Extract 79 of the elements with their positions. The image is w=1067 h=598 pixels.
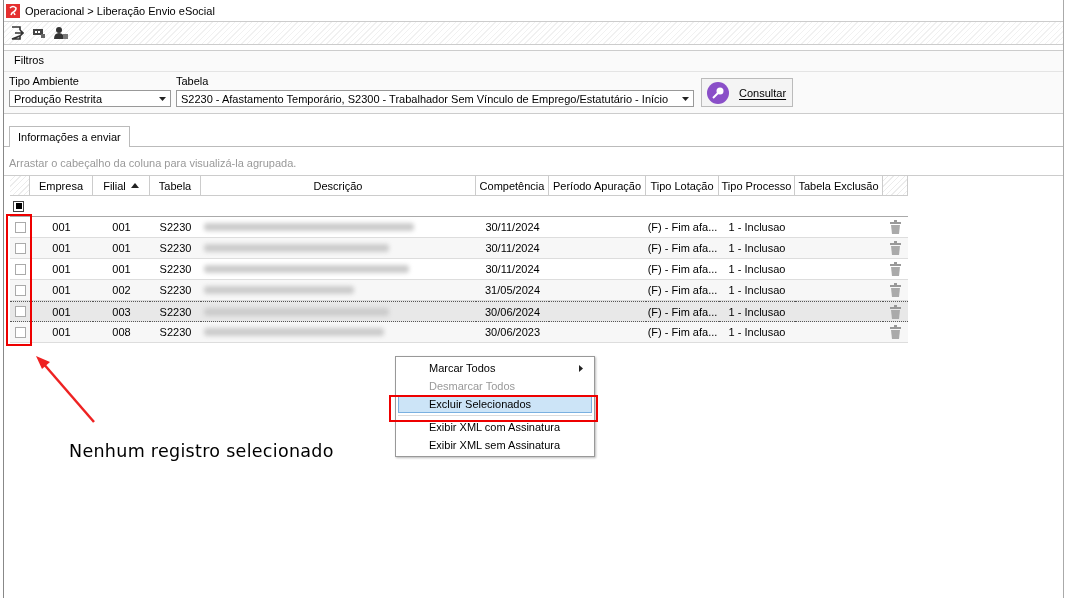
table-cell: 30/11/2024 bbox=[485, 242, 540, 254]
row-checkbox[interactable] bbox=[14, 326, 26, 338]
dropdown-caret-icon bbox=[159, 96, 166, 101]
table-cell: S2230 bbox=[159, 221, 192, 233]
sort-ascending-icon bbox=[130, 183, 139, 188]
table-cell: S2230 bbox=[159, 305, 192, 318]
table-cell: 001 bbox=[112, 242, 131, 254]
tab[interactable]: Informações a enviar bbox=[9, 126, 130, 147]
annotation-text: Nenhum registro selecionado bbox=[69, 441, 334, 461]
table-cell: 008 bbox=[112, 326, 131, 338]
trash-icon[interactable] bbox=[890, 262, 901, 276]
table-cell: (F) - Fim afa... bbox=[647, 326, 718, 338]
table-cell: 003 bbox=[112, 305, 131, 318]
table-cell: 30/06/2024 bbox=[484, 305, 541, 318]
dropdown-caret-icon bbox=[682, 96, 689, 101]
table-cell: 31/05/2024 bbox=[484, 284, 541, 296]
table-cell: S2230 bbox=[159, 242, 192, 254]
table-cell: 30/06/2023 bbox=[484, 326, 541, 338]
table-cell: 30/11/2024 bbox=[485, 263, 540, 275]
field-label: Tabela bbox=[176, 75, 210, 87]
table-cell: (F) - Fim afa... bbox=[647, 305, 718, 318]
table-cell: 001 bbox=[112, 263, 131, 275]
group-hint: Arrastar o cabeçalho da coluna para visualizá-la agrupada. bbox=[9, 157, 297, 169]
table-cell: 001 bbox=[112, 221, 131, 233]
table-cell: 001 bbox=[52, 284, 71, 296]
select-all-checkbox[interactable] bbox=[13, 200, 24, 212]
consultar-button[interactable]: Consultar bbox=[701, 78, 793, 107]
table-cell: 1 - Inclusao bbox=[728, 221, 786, 233]
field-label: Tipo Ambiente bbox=[9, 75, 80, 87]
trash-icon[interactable] bbox=[890, 325, 901, 339]
menu-item[interactable]: Marcar Todos bbox=[398, 359, 592, 377]
column-header[interactable]: Descrição bbox=[201, 176, 476, 196]
table-cell: (F) - Fim afa... bbox=[647, 263, 718, 275]
app-logo-icon bbox=[6, 3, 20, 18]
row-checkbox[interactable] bbox=[14, 284, 26, 296]
table-cell: 30/11/2024 bbox=[485, 221, 540, 233]
table-cell: (F) - Fim afa... bbox=[647, 242, 718, 254]
key-icon bbox=[707, 81, 729, 104]
table-cell: 001 bbox=[52, 305, 71, 318]
column-header[interactable]: Competência bbox=[476, 176, 549, 196]
trash-icon[interactable] bbox=[890, 241, 901, 255]
column-header[interactable]: Tipo Processo bbox=[719, 176, 795, 196]
table-cell: (F) - Fim afa... bbox=[647, 284, 718, 296]
user-icon[interactable] bbox=[54, 26, 68, 40]
table-cell: 001 bbox=[52, 242, 71, 254]
table-cell: S2230 bbox=[159, 263, 192, 275]
row-checkbox[interactable] bbox=[14, 242, 26, 254]
table-cell: 1 - Inclusao bbox=[728, 305, 786, 318]
table-cell: 1 - Inclusao bbox=[728, 242, 786, 254]
column-header[interactable]: Empresa bbox=[30, 176, 93, 196]
filters-title: Filtros bbox=[14, 54, 44, 66]
trash-icon[interactable] bbox=[890, 283, 901, 297]
table-cell: 1 - Inclusao bbox=[728, 326, 786, 338]
table-cell: 1 - Inclusao bbox=[728, 263, 786, 275]
row-checkbox[interactable] bbox=[14, 263, 26, 275]
table-cell: 001 bbox=[52, 221, 71, 233]
row-checkbox[interactable] bbox=[14, 306, 26, 317]
column-header[interactable]: Período Apuração bbox=[549, 176, 646, 196]
table-cell: 002 bbox=[112, 284, 131, 296]
card-icon[interactable] bbox=[32, 26, 46, 40]
table-cell: 1 - Inclusao bbox=[728, 284, 786, 296]
table-cell: (F) - Fim afa... bbox=[647, 221, 718, 233]
window-title: Operacional > Liberação Envio eSocial bbox=[25, 4, 215, 17]
table-cell: 001 bbox=[52, 263, 71, 275]
column-header[interactable]: Filial bbox=[93, 176, 150, 196]
trash-icon[interactable] bbox=[890, 220, 901, 234]
column-header[interactable]: Tabela Exclusão bbox=[795, 176, 883, 196]
table-dropdown[interactable]: S2230 - Afastamento Temporário, S2300 - Trabalhador Sem Vínculo de Emprego/Estatutário - Início bbox=[176, 90, 694, 107]
environment-dropdown[interactable]: Produção Restrita bbox=[9, 90, 171, 107]
exit-icon[interactable] bbox=[10, 26, 24, 40]
table-cell: S2230 bbox=[159, 284, 192, 296]
table-cell: 001 bbox=[52, 326, 71, 338]
table-cell: S2230 bbox=[159, 326, 192, 338]
menu-item[interactable]: Exibir XML sem Assinatura bbox=[398, 436, 592, 454]
trash-icon[interactable] bbox=[890, 304, 901, 319]
row-checkbox[interactable] bbox=[14, 221, 26, 233]
column-header[interactable]: Tabela bbox=[150, 176, 201, 196]
menu-item[interactable]: Exibir XML com Assinatura bbox=[398, 418, 592, 436]
column-header[interactable]: Tipo Lotação bbox=[646, 176, 719, 196]
